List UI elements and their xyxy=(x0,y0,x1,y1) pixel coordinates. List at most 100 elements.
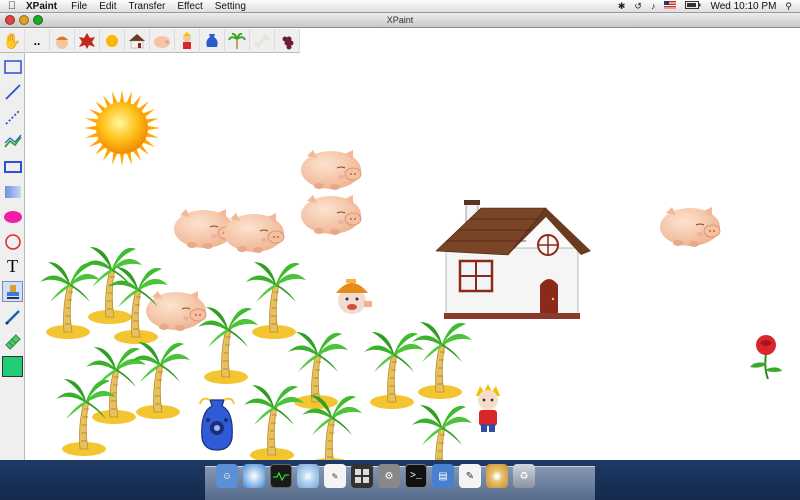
toolbox: T xyxy=(0,53,25,460)
vase-stamp-icon[interactable] xyxy=(200,28,225,53)
palm-tree-stamp[interactable] xyxy=(197,306,259,385)
trash-icon[interactable]: ♻ xyxy=(513,464,535,488)
effect-menu[interactable]: Effect xyxy=(171,1,208,12)
safari-icon[interactable] xyxy=(243,464,265,488)
stamp-bar: ✋ .. xyxy=(0,28,300,53)
text-tool[interactable]: T xyxy=(2,256,23,277)
line-tool[interactable] xyxy=(2,81,23,102)
sun-ray xyxy=(146,118,159,124)
pen-tool[interactable] xyxy=(2,306,23,327)
dock: ☺ ♫ ✎ ⚙ >_ ▤ ✎ ◉ ♻ xyxy=(0,460,800,500)
red-leaf-stamp-icon[interactable] xyxy=(75,28,100,53)
setting-menu[interactable]: Setting xyxy=(209,1,252,12)
clock[interactable]: Wed 10:10 PM xyxy=(710,1,776,12)
palm-tree-stamp[interactable] xyxy=(411,321,473,400)
pig-stamp[interactable] xyxy=(223,212,285,254)
volume-icon[interactable]: ♪ xyxy=(651,1,656,11)
painter-icon[interactable]: ◉ xyxy=(486,464,508,488)
window-title: XPaint xyxy=(386,15,414,25)
house-stamp-icon[interactable] xyxy=(125,28,150,53)
drawing-canvas[interactable] xyxy=(26,53,800,460)
minimize-button[interactable] xyxy=(19,15,29,25)
palm-tree-stamp[interactable] xyxy=(243,384,305,460)
canvas-artwork xyxy=(39,90,782,460)
sun-ray xyxy=(103,149,111,161)
kid-stamp[interactable] xyxy=(476,384,500,432)
xpaint-window: XPaint ✋ .. T xyxy=(0,13,800,460)
itunes-icon[interactable]: ♫ xyxy=(297,464,319,488)
grapes-stamp-icon[interactable] xyxy=(275,28,300,53)
pig-stamp[interactable] xyxy=(145,290,207,332)
sun-ray xyxy=(119,153,125,166)
pig-stamp[interactable] xyxy=(300,194,362,236)
sun-ray xyxy=(126,152,132,165)
polyline-tool[interactable] xyxy=(2,131,23,152)
us-flag-icon[interactable] xyxy=(664,1,677,11)
app-menu[interactable]: XPaint xyxy=(24,1,65,12)
sun-ray xyxy=(143,139,155,147)
status-area: ✱ ↺ ♪ Wed 10:10 PM ⚲ xyxy=(618,1,800,12)
bone-stamp-icon[interactable] xyxy=(250,28,275,53)
sun-stamp[interactable] xyxy=(84,90,160,166)
house-stamp[interactable] xyxy=(435,200,591,319)
file-menu[interactable]: File xyxy=(65,1,93,12)
pig-stamp[interactable] xyxy=(300,149,362,191)
apple-menu-icon[interactable]:  xyxy=(0,0,24,12)
battery-icon[interactable] xyxy=(685,1,701,11)
palm-tree-stamp[interactable] xyxy=(411,404,473,460)
rose-stamp[interactable] xyxy=(750,335,782,380)
sun-ray xyxy=(143,109,155,117)
close-button[interactable] xyxy=(5,15,15,25)
palm-tree-stamp[interactable] xyxy=(129,341,191,420)
sun-ray xyxy=(112,91,118,104)
pig-stamp[interactable] xyxy=(659,206,721,248)
sun-ray xyxy=(84,125,97,131)
activity-monitor-icon[interactable] xyxy=(270,464,292,488)
palm-tree-stamp[interactable] xyxy=(245,261,307,340)
palm-tree-stamp[interactable] xyxy=(39,261,101,340)
gradient-rect-tool[interactable] xyxy=(2,181,23,202)
bluetooth-icon[interactable]: ✱ xyxy=(618,1,626,12)
palm-tree-stamp[interactable] xyxy=(363,331,425,410)
terminal-icon[interactable]: >_ xyxy=(405,464,427,488)
sun-ray xyxy=(85,118,98,124)
xpaint-stamp-icon[interactable]: ✎ xyxy=(324,464,346,488)
sun-ray xyxy=(126,91,132,104)
time-machine-icon[interactable]: ↺ xyxy=(634,1,642,12)
sun-ray xyxy=(85,132,98,138)
sun-ray xyxy=(112,152,118,165)
vase-stamp[interactable] xyxy=(199,397,235,451)
menu-bar:  XPaint File Edit Transfer Effect Setti… xyxy=(0,0,800,13)
sun-ray xyxy=(89,139,101,147)
sun-ray xyxy=(146,132,159,138)
system-preferences-icon[interactable]: ⚙ xyxy=(378,464,400,488)
sun-ray xyxy=(133,149,141,161)
sun-ray xyxy=(89,109,101,117)
hand-icon[interactable]: ✋ xyxy=(0,28,25,53)
boy-cap-stamp-icon[interactable] xyxy=(50,28,75,53)
rectangle-tool[interactable] xyxy=(2,156,23,177)
sun-ray xyxy=(103,95,111,107)
transfer-menu[interactable]: Transfer xyxy=(122,1,171,12)
pig-stamp-icon[interactable] xyxy=(150,28,175,53)
spotlight-icon[interactable]: ⚲ xyxy=(785,1,792,12)
stamp-tool[interactable] xyxy=(2,281,23,302)
circle-tool[interactable] xyxy=(2,231,23,252)
color-swatch[interactable] xyxy=(2,356,23,377)
preview-icon[interactable]: ▤ xyxy=(432,464,454,488)
palm-tree-stamp-icon[interactable] xyxy=(225,28,250,53)
title-bar[interactable]: XPaint xyxy=(0,13,800,28)
dashboard-icon[interactable] xyxy=(351,464,373,488)
more-stamps-button[interactable]: .. xyxy=(25,28,50,53)
select-rect-tool[interactable] xyxy=(2,56,23,77)
ellipse-tool[interactable] xyxy=(2,206,23,227)
edit-menu[interactable]: Edit xyxy=(93,1,122,12)
boy-cap-stamp[interactable] xyxy=(336,279,372,314)
kid-stamp-icon[interactable] xyxy=(175,28,200,53)
sun-stamp-icon[interactable] xyxy=(100,28,125,53)
eraser-tool[interactable] xyxy=(2,331,23,352)
dashed-line-tool[interactable] xyxy=(2,106,23,127)
textedit-icon[interactable]: ✎ xyxy=(459,464,481,488)
finder-icon[interactable]: ☺ xyxy=(216,464,238,488)
zoom-button[interactable] xyxy=(33,15,43,25)
